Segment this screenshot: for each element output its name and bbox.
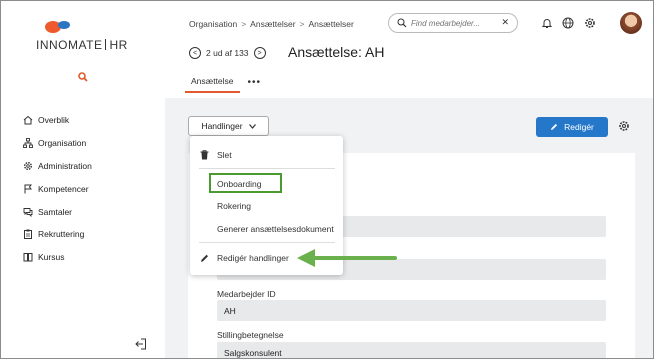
org-chart-icon bbox=[23, 138, 33, 149]
breadcrumb-item[interactable]: Ansættelser bbox=[250, 19, 295, 29]
sidebar-item-label: Kursus bbox=[38, 252, 65, 263]
app-window: INNOMATE HR Overblik Organisation Adminis… bbox=[0, 0, 654, 359]
top-bar: Organisation>Ansættelser>Ansættelser ✕ <… bbox=[165, 2, 653, 98]
chevron-left-icon[interactable]: < bbox=[189, 47, 201, 59]
sidebar-nav: Overblik Organisation Administration Kom… bbox=[23, 109, 92, 269]
sidebar-item-kursus[interactable]: Kursus bbox=[23, 246, 92, 269]
sidebar-item-organisation[interactable]: Organisation bbox=[23, 132, 92, 155]
breadcrumb: Organisation > Ansættelser > Ansættelser bbox=[189, 19, 354, 29]
chevron-down-icon bbox=[248, 123, 256, 129]
more-tabs-icon[interactable]: ••• bbox=[248, 77, 262, 93]
sidebar-item-label: Overblik bbox=[38, 115, 70, 126]
settings-gear-icon[interactable] bbox=[584, 17, 596, 29]
menu-item-label: Generer ansættelsesdokument bbox=[217, 224, 334, 234]
annotation-arrow-icon bbox=[297, 249, 397, 267]
sidebar-item-label: Samtaler bbox=[38, 206, 73, 217]
employee-id-label: Medarbejder ID bbox=[217, 289, 276, 299]
sidebar-item-samtaler[interactable]: Samtaler bbox=[23, 200, 92, 223]
home-icon bbox=[23, 116, 33, 125]
trash-icon bbox=[200, 150, 209, 160]
book-icon bbox=[23, 253, 33, 262]
clipboard-icon bbox=[24, 229, 32, 240]
menu-item-label: Slet bbox=[217, 150, 232, 160]
search-icon bbox=[397, 18, 407, 28]
bell-icon[interactable] bbox=[541, 17, 553, 29]
breadcrumb-item[interactable]: Ansættelser bbox=[309, 19, 354, 29]
chevron-right-icon: > bbox=[241, 19, 247, 29]
menu-item-label: Redigér handlinger bbox=[217, 253, 289, 263]
sidebar: INNOMATE HR Overblik Organisation Adminis… bbox=[2, 2, 165, 358]
globe-icon[interactable] bbox=[562, 17, 574, 29]
breadcrumb-item[interactable]: Organisation bbox=[189, 19, 237, 29]
pager-text: 2 ud af 133 bbox=[206, 48, 249, 58]
chat-icon bbox=[23, 207, 33, 217]
search-input[interactable] bbox=[411, 17, 499, 29]
close-icon[interactable]: ✕ bbox=[501, 17, 509, 28]
search-icon[interactable] bbox=[78, 72, 88, 82]
job-title-label: Stillingbetegnelse bbox=[217, 330, 284, 340]
chevron-right-icon: > bbox=[299, 19, 305, 29]
pencil-icon bbox=[551, 123, 558, 130]
tab-bar: Ansættelse ••• bbox=[185, 76, 261, 93]
flag-icon bbox=[24, 184, 32, 194]
actions-dropdown-button[interactable]: Handlinger bbox=[188, 116, 269, 136]
edit-button[interactable]: Redigér bbox=[536, 117, 608, 137]
logo-text: INNOMATE HR bbox=[36, 38, 128, 52]
sidebar-item-label: Organisation bbox=[38, 138, 87, 149]
page-title: Ansættelse: AH bbox=[288, 44, 385, 60]
employee-id-field[interactable]: AH bbox=[217, 300, 606, 321]
tab-ansaettelse[interactable]: Ansættelse bbox=[185, 76, 240, 93]
sidebar-item-label: Rekruttering bbox=[38, 229, 85, 240]
sidebar-item-administration[interactable]: Administration bbox=[23, 155, 92, 178]
job-title-field[interactable]: Salgskonsulent bbox=[217, 342, 606, 358]
sidebar-item-overblik[interactable]: Overblik bbox=[23, 109, 92, 132]
pencil-icon bbox=[201, 254, 208, 262]
sidebar-item-rekruttering[interactable]: Rekruttering bbox=[23, 223, 92, 246]
sidebar-item-label: Administration bbox=[38, 160, 92, 171]
record-pager: < 2 ud af 133 > bbox=[189, 47, 266, 59]
gear-icon bbox=[24, 161, 32, 170]
avatar[interactable] bbox=[620, 12, 642, 34]
employee-search[interactable]: ✕ bbox=[388, 13, 518, 33]
chevron-right-icon[interactable]: > bbox=[253, 47, 266, 59]
sidebar-item-label: Kompetencer bbox=[38, 183, 89, 194]
menu-divider bbox=[199, 242, 335, 243]
edit-label: Redigér bbox=[564, 122, 594, 132]
menu-divider bbox=[199, 168, 335, 169]
menu-item-label: Rokering bbox=[217, 201, 252, 211]
logo-mark-icon bbox=[45, 21, 70, 33]
logout-icon[interactable] bbox=[135, 338, 147, 350]
gear-icon[interactable] bbox=[618, 120, 630, 132]
onboarding-highlight-box bbox=[209, 173, 282, 193]
actions-label: Handlinger bbox=[201, 121, 243, 131]
sidebar-item-kompetencer[interactable]: Kompetencer bbox=[23, 177, 92, 200]
